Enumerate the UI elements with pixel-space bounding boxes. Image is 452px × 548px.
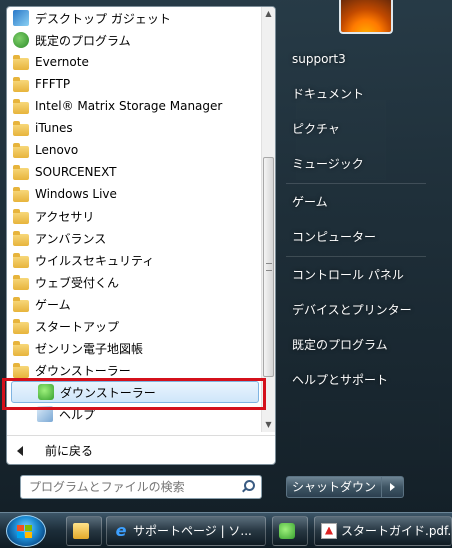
- program-label: デスクトップ ガジェット: [35, 11, 171, 26]
- gadget-icon: [13, 10, 29, 26]
- right-item-help-support[interactable]: ヘルプとサポート: [284, 367, 434, 393]
- windows-logo-icon: [17, 525, 33, 539]
- search-icon[interactable]: [241, 480, 255, 494]
- program-folder-zenrin[interactable]: ゼンリン電子地図帳: [7, 337, 263, 359]
- program-folder-intel-matrix[interactable]: Intel® Matrix Storage Manager: [7, 95, 263, 117]
- start-menu: デスクトップ ガジェット 既定のプログラム Evernote FFFTP Int…: [0, 0, 452, 512]
- folder-icon: [13, 76, 29, 92]
- program-label: アンバランス: [35, 231, 107, 246]
- folder-icon: [13, 230, 29, 246]
- program-label: アクセサリ: [35, 209, 95, 224]
- program-folder-games[interactable]: ゲーム: [7, 293, 263, 315]
- right-item-user[interactable]: support3: [284, 46, 434, 72]
- shutdown-options-arrow-icon[interactable]: [382, 476, 404, 498]
- pdf-document-icon: [321, 522, 337, 539]
- right-item-default-programs[interactable]: 既定のプログラム: [284, 332, 434, 358]
- folder-icon: [13, 142, 29, 158]
- program-label: ダウンストーラー: [35, 363, 131, 378]
- program-label: ゼンリン電子地図帳: [35, 341, 144, 356]
- right-pane-separator: [286, 256, 426, 257]
- taskbar-explorer-button[interactable]: [66, 516, 102, 546]
- program-folder-virus-security[interactable]: ウイルスセキュリティ: [7, 249, 263, 271]
- program-label: iTunes: [35, 121, 73, 135]
- folder-icon: [13, 54, 29, 70]
- folder-icon: [13, 318, 29, 334]
- program-label: ウイルスセキュリティ: [35, 253, 155, 268]
- user-avatar[interactable]: [339, 0, 393, 34]
- program-folder-web-uketsuke[interactable]: ウェブ受付くん: [7, 271, 263, 293]
- program-folder-windows-live[interactable]: Windows Live: [7, 183, 263, 205]
- program-label: Intel® Matrix Storage Manager: [35, 99, 223, 113]
- taskbar-window-title: スタートガイド.pdf...: [341, 524, 452, 538]
- right-item-pictures[interactable]: ピクチャ: [284, 116, 434, 142]
- program-list-scrollbar[interactable]: ▲ ▼: [261, 7, 275, 432]
- taskbar-pdf-window[interactable]: スタートガイド.pdf...: [314, 516, 452, 546]
- back-arrow-icon: [17, 445, 23, 456]
- program-folder-startup[interactable]: スタートアップ: [7, 315, 263, 337]
- back-label: 前に戻る: [45, 444, 94, 458]
- folder-icon: [13, 274, 29, 290]
- downloader-app-icon: [279, 522, 295, 539]
- program-label: ウェブ受付くん: [35, 275, 120, 290]
- folder-icon: [13, 208, 29, 224]
- folder-icon: [13, 98, 29, 114]
- program-label: Lenovo: [35, 143, 79, 157]
- program-folder-sourcenext[interactable]: SOURCENEXT: [7, 161, 263, 183]
- program-label: FFFTP: [35, 77, 71, 91]
- program-folder-unbalance[interactable]: アンバランス: [7, 227, 263, 249]
- default-programs-icon: [13, 32, 29, 48]
- taskbar-downstaller-button[interactable]: [272, 516, 308, 546]
- right-item-music[interactable]: ミュージック: [284, 151, 434, 177]
- internet-explorer-icon: e: [115, 520, 127, 540]
- taskbar-window-title: サポートページ | ソ...: [133, 524, 252, 538]
- scroll-down-arrow-icon[interactable]: ▼: [262, 418, 275, 432]
- right-pane-separator: [286, 183, 426, 184]
- scroll-thumb[interactable]: [263, 157, 274, 377]
- program-folder-itunes[interactable]: iTunes: [7, 117, 263, 139]
- program-item-desktop-gadgets[interactable]: デスクトップ ガジェット: [7, 7, 263, 29]
- right-item-games[interactable]: ゲーム: [284, 189, 434, 215]
- folder-icon: [13, 340, 29, 356]
- folder-icon: [13, 120, 29, 136]
- folder-icon: [13, 164, 29, 180]
- right-item-documents[interactable]: ドキュメント: [284, 81, 434, 107]
- folder-icon: [13, 296, 29, 312]
- scroll-grip-icon: [266, 263, 272, 271]
- highlight-annotation-box: [2, 378, 266, 410]
- folder-icon: [13, 362, 29, 378]
- program-list: デスクトップ ガジェット 既定のプログラム Evernote FFFTP Int…: [7, 7, 263, 432]
- program-label: ゲーム: [35, 297, 71, 312]
- back-button[interactable]: 前に戻る: [7, 435, 275, 464]
- taskbar-ie-window[interactable]: e サポートページ | ソ...: [106, 516, 266, 546]
- program-folder-ffftp[interactable]: FFFTP: [7, 73, 263, 95]
- program-folder-evernote[interactable]: Evernote: [7, 51, 263, 73]
- folder-icon: [13, 252, 29, 268]
- folder-icon: [13, 186, 29, 202]
- folder-explorer-icon: [73, 522, 89, 539]
- right-item-devices-printers[interactable]: デバイスとプリンター: [284, 297, 434, 323]
- right-item-control-panel[interactable]: コントロール パネル: [284, 262, 434, 288]
- program-label: Evernote: [35, 55, 89, 69]
- shutdown-button[interactable]: シャットダウン: [286, 476, 382, 498]
- program-label: SOURCENEXT: [35, 165, 117, 179]
- search-box[interactable]: [20, 475, 262, 499]
- program-folder-accessories[interactable]: アクセサリ: [7, 205, 263, 227]
- right-item-computer[interactable]: コンピューター: [284, 224, 434, 250]
- program-label: Windows Live: [35, 187, 117, 201]
- search-input[interactable]: [29, 480, 239, 494]
- program-item-default-programs[interactable]: 既定のプログラム: [7, 29, 263, 51]
- program-folder-lenovo[interactable]: Lenovo: [7, 139, 263, 161]
- program-label: スタートアップ: [35, 319, 120, 334]
- scroll-up-arrow-icon[interactable]: ▲: [262, 7, 275, 21]
- program-label: 既定のプログラム: [35, 33, 131, 48]
